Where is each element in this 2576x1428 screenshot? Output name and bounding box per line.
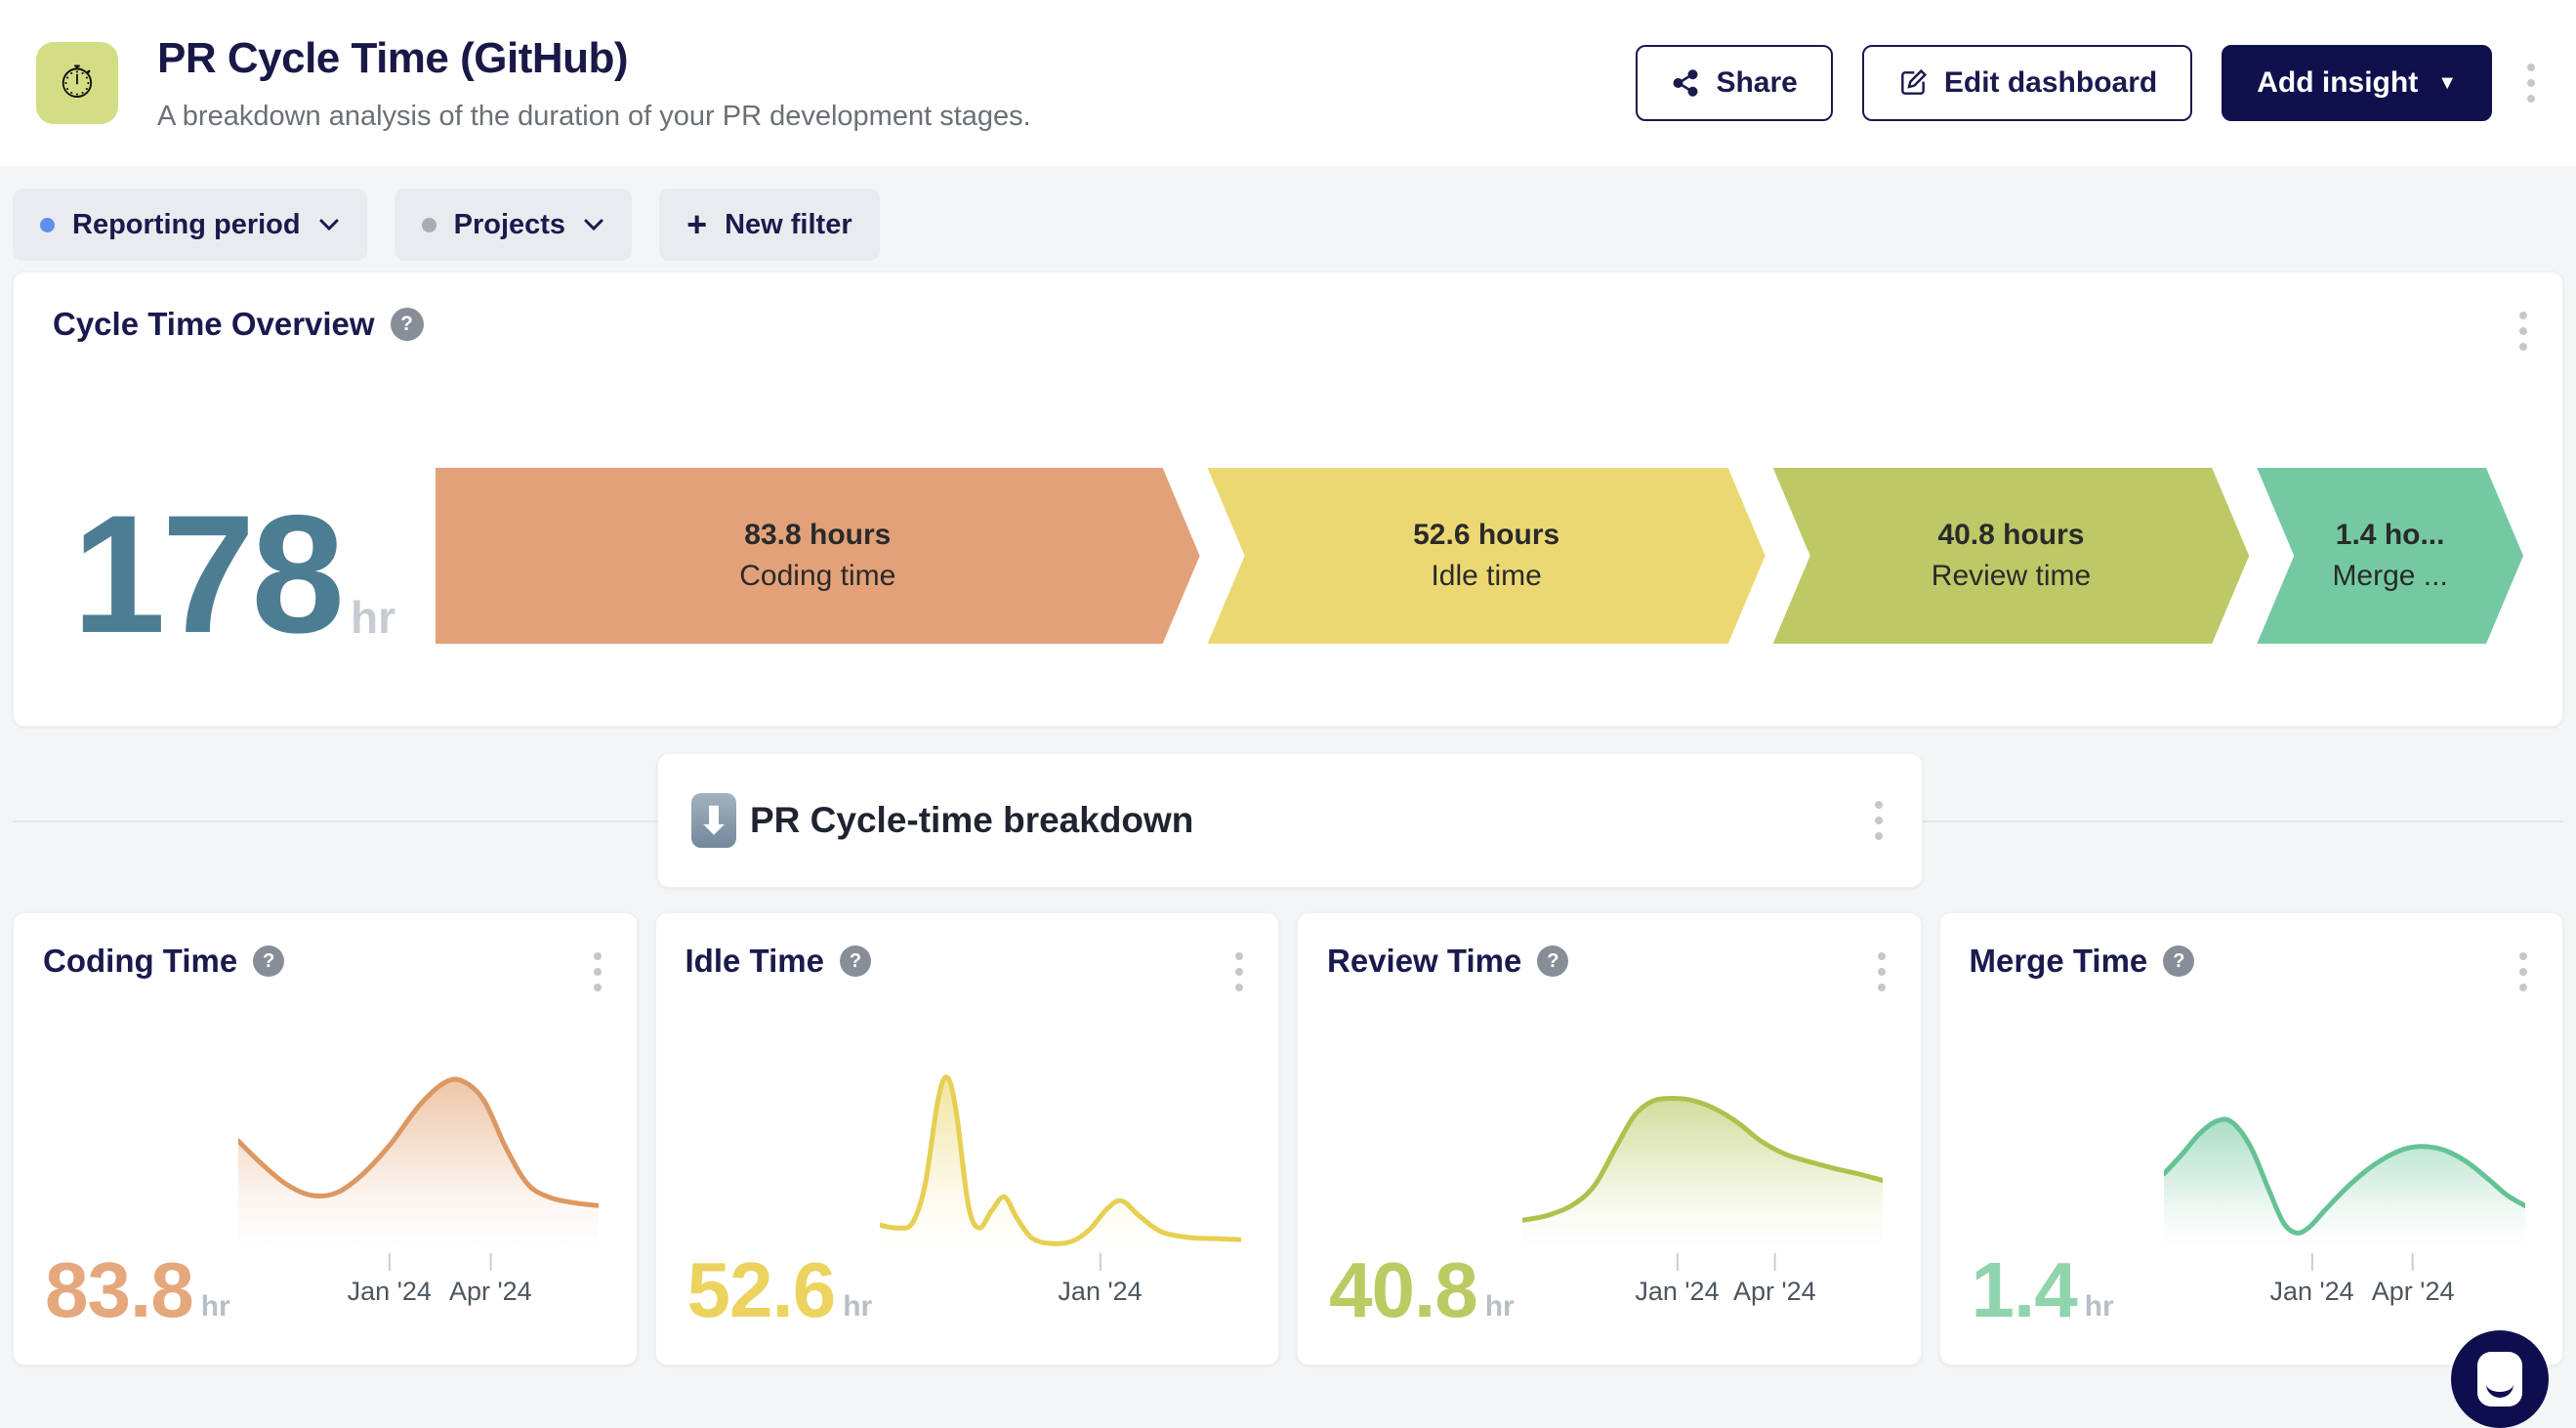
coding-time-value: 83.8 (45, 1257, 193, 1323)
x-axis-tick: Apr '24 (1733, 1253, 1816, 1307)
review-time-value: 40.8 (1329, 1257, 1477, 1323)
edit-dashboard-label: Edit dashboard (1944, 66, 2157, 100)
plus-icon: + (686, 207, 707, 242)
idle-time-card: Idle Time ? Jan '24 52.6 hr (655, 912, 1280, 1365)
x-axis-tick: Jan '24 (348, 1253, 432, 1307)
merge-time-value: 1.4 (1972, 1257, 2077, 1323)
filter-dot-icon (40, 218, 55, 232)
merge-time-card: Merge Time ? Jan '24 Apr '24 1.4 hr (1939, 912, 2564, 1365)
segment-value: 40.8 hours (1937, 519, 2084, 552)
merge-time-card-menu[interactable] (2514, 946, 2533, 997)
help-icon[interactable]: ? (2163, 945, 2194, 977)
help-icon[interactable]: ? (1537, 945, 1568, 977)
segment-value: 52.6 hours (1413, 519, 1559, 552)
share-label: Share (1716, 66, 1797, 100)
metric-cards-row: Coding Time ? Jan '24 Apr '24 83.8 hr Idl… (13, 912, 2563, 1365)
idle-time-unit: hr (843, 1290, 872, 1323)
reporting-period-label: Reporting period (72, 209, 301, 241)
review-time-card-menu[interactable] (1872, 946, 1891, 997)
total-cycle-time-unit: hr (351, 591, 395, 644)
filter-dot-icon (422, 218, 436, 232)
review-time-unit: hr (1485, 1290, 1515, 1323)
help-icon[interactable]: ? (391, 308, 424, 341)
pr-cycle-time-breakdown-card: ⬇ PR Cycle-time breakdown (657, 753, 1923, 888)
filter-bar: Reporting period Projects + New filter (0, 166, 2576, 260)
merge-time-title: Merge Time (1970, 943, 2148, 980)
merge-time-x-axis: Jan '24 Apr '24 (2164, 1253, 2525, 1316)
coding-time-title: Coding Time (43, 943, 237, 980)
new-filter-button[interactable]: + New filter (659, 189, 880, 261)
add-insight-button[interactable]: Add insight ▼ (2222, 45, 2492, 121)
share-icon (1671, 68, 1700, 98)
page-title: PR Cycle Time (GitHub) (157, 34, 1636, 83)
segment-value: 83.8 hours (744, 519, 891, 552)
funnel-segment-coding: 83.8 hours Coding time (436, 468, 1200, 644)
idle-time-title: Idle Time (686, 943, 824, 980)
overview-card-menu[interactable] (2514, 306, 2533, 357)
edit-icon (1897, 67, 1929, 99)
dashboard-icon: ⏱ (36, 42, 118, 124)
reporting-period-filter[interactable]: Reporting period (13, 189, 367, 261)
down-arrow-emoji-icon: ⬇ (691, 793, 736, 848)
merge-time-unit: hr (2085, 1290, 2114, 1323)
x-axis-tick: Apr '24 (449, 1253, 532, 1307)
breakdown-card-menu[interactable] (1869, 795, 1889, 846)
idle-time-value: 52.6 (687, 1257, 836, 1323)
chat-bubble-icon (2477, 1352, 2522, 1407)
x-axis-tick: Jan '24 (1635, 1253, 1719, 1307)
review-time-sparkline (1522, 1048, 1884, 1247)
total-cycle-time-value: 178 (72, 506, 341, 644)
segment-value: 1.4 ho... (2336, 519, 2445, 552)
funnel-segment-merge: 1.4 ho... Merge ... (2257, 468, 2523, 644)
projects-filter[interactable]: Projects (395, 189, 632, 261)
x-axis-tick: Jan '24 (2269, 1253, 2353, 1307)
dashboard-header: ⏱ PR Cycle Time (GitHub) A breakdown ana… (0, 0, 2576, 166)
x-axis-tick: Jan '24 (1058, 1253, 1142, 1307)
projects-label: Projects (454, 209, 565, 241)
review-time-title: Review Time (1327, 943, 1521, 980)
header-overflow-menu[interactable] (2521, 58, 2541, 108)
chat-launcher-button[interactable] (2451, 1330, 2549, 1428)
new-filter-label: New filter (725, 209, 852, 241)
help-icon[interactable]: ? (253, 945, 284, 977)
chevron-down-icon: ▼ (2437, 73, 2457, 93)
segment-label: Idle time (1431, 560, 1541, 593)
idle-time-x-axis: Jan '24 (880, 1253, 1241, 1316)
stopwatch-icon: ⏱ (60, 56, 95, 110)
share-button[interactable]: Share (1636, 45, 1832, 121)
review-time-x-axis: Jan '24 Apr '24 (1522, 1253, 1884, 1316)
page-subtitle: A breakdown analysis of the duration of … (157, 101, 1636, 133)
coding-time-card: Coding Time ? Jan '24 Apr '24 83.8 hr (13, 912, 638, 1365)
merge-time-sparkline (2164, 1048, 2525, 1247)
cycle-time-funnel: 178 hr 83.8 hours Coding time 52.6 hours… (53, 468, 2523, 644)
funnel-segment-review: 40.8 hours Review time (1773, 468, 2250, 644)
review-time-card: Review Time ? Jan '24 Apr '24 40.8 hr (1297, 912, 1922, 1365)
help-icon[interactable]: ? (840, 945, 871, 977)
cycle-time-overview-card: Cycle Time Overview ? 178 hr 83.8 hours … (13, 272, 2563, 727)
idle-time-card-menu[interactable] (1229, 946, 1249, 997)
overview-title: Cycle Time Overview (53, 306, 375, 343)
funnel-segments: 83.8 hours Coding time 52.6 hours Idle t… (436, 468, 2523, 644)
chevron-down-icon (583, 218, 604, 231)
breakdown-title: PR Cycle-time breakdown (750, 800, 1193, 841)
segment-label: Coding time (739, 560, 895, 593)
x-axis-tick: Apr '24 (2372, 1253, 2455, 1307)
coding-time-x-axis: Jan '24 Apr '24 (238, 1253, 600, 1316)
funnel-segment-idle: 52.6 hours Idle time (1208, 468, 1766, 644)
segment-label: Merge ... (2332, 560, 2447, 593)
idle-time-sparkline (880, 1048, 1241, 1247)
add-insight-label: Add insight (2257, 66, 2418, 100)
breakdown-divider: ⬇ PR Cycle-time breakdown (13, 753, 2563, 888)
chevron-down-icon (318, 218, 340, 231)
coding-time-card-menu[interactable] (588, 946, 607, 997)
coding-time-unit: hr (201, 1290, 230, 1323)
segment-label: Review time (1932, 560, 2091, 593)
edit-dashboard-button[interactable]: Edit dashboard (1862, 45, 2192, 121)
coding-time-sparkline (238, 1048, 600, 1247)
